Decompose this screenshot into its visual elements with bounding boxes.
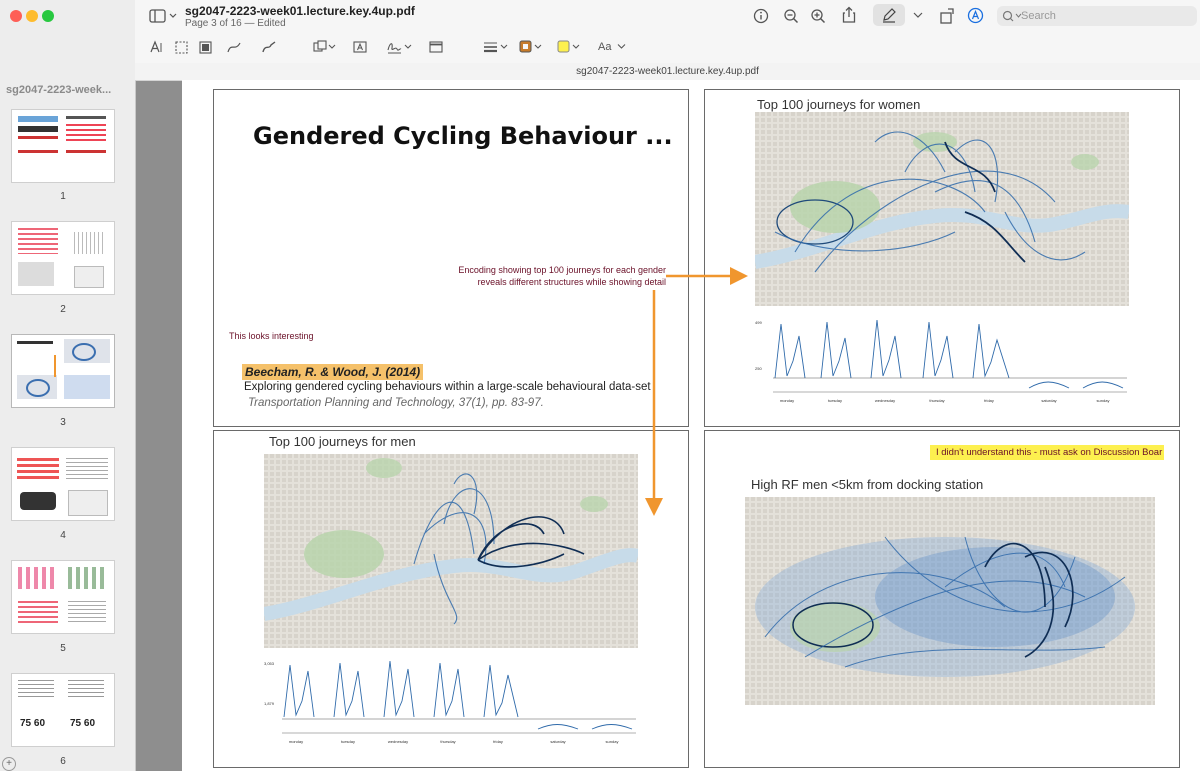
chevron-down-icon <box>617 44 625 49</box>
zoom-out-icon[interactable] <box>783 8 799 24</box>
page-thumbnail-3[interactable] <box>12 335 114 407</box>
thumbnail-sidebar: sg2047-2223-week... 1 2 3 4 5 75 60 75 6… <box>0 0 136 771</box>
page-layout-icon[interactable] <box>429 41 443 53</box>
chevron-down-icon[interactable] <box>913 11 923 19</box>
x-tick-label: thursday <box>440 739 455 744</box>
annotation-line-1: Encoding showing top 100 journeys for ea… <box>458 265 666 275</box>
slide-women-journeys: Top 100 journeys for women 499 250 monda… <box>704 89 1180 427</box>
page-thumbnail-2[interactable] <box>12 222 114 294</box>
redact-icon[interactable] <box>199 41 212 54</box>
page-number-label: 2 <box>60 304 66 315</box>
page-thumbnail-1[interactable] <box>12 110 114 182</box>
x-tick-label: monday <box>289 739 303 744</box>
text-style-button[interactable]: Aa <box>598 41 626 53</box>
search-placeholder: Search <box>1021 10 1056 22</box>
citation-title: Exploring gendered cycling behaviours wi… <box>244 381 651 393</box>
journey-map-graphic <box>745 497 1155 705</box>
x-tick-label: wednesday <box>875 398 895 403</box>
journey-map-graphic <box>264 454 638 648</box>
rectangular-selection-icon[interactable] <box>175 41 188 54</box>
rotate-icon[interactable] <box>939 7 957 25</box>
page-number-label: 6 <box>60 756 66 767</box>
page-thumbnail-6[interactable]: 75 60 75 60 <box>12 674 114 746</box>
document-path-bar: sg2047-2223-week01.lecture.key.4up.pdf <box>135 63 1200 81</box>
pdf-page: Gendered Cycling Behaviour ... Encoding … <box>182 80 1200 771</box>
sketch-icon[interactable] <box>227 40 242 54</box>
slide-heading: Top 100 journeys for women <box>757 97 921 112</box>
x-tick-label: wednesday <box>388 739 408 744</box>
women-journeys-map <box>755 112 1129 306</box>
minimize-window-button[interactable] <box>26 10 38 22</box>
text-box-icon[interactable] <box>353 41 367 53</box>
men-daily-volume-chart: 3,053 1,879 monday tuesday wednesday thu… <box>264 660 636 744</box>
add-page-icon[interactable]: + <box>2 757 16 771</box>
page-thumbnail-4[interactable] <box>12 448 114 520</box>
sidebar-toggle-icon[interactable] <box>149 9 177 23</box>
signature-icon[interactable] <box>387 40 413 54</box>
page-number-label: 1 <box>60 191 66 202</box>
x-tick-label: thursday <box>929 398 944 403</box>
markup-toggle-button[interactable] <box>873 4 905 26</box>
men-journeys-map <box>264 454 638 648</box>
slide-high-rf-men: I didn't understand this - must ask on D… <box>704 430 1180 768</box>
line-style-icon[interactable] <box>483 41 509 53</box>
journey-map-graphic <box>755 112 1129 306</box>
text-style-label: Aa <box>598 41 612 53</box>
slide-title: Gendered Cycling Behaviour ... Encoding … <box>213 89 689 427</box>
pen-icon <box>883 8 896 23</box>
border-color-icon[interactable] <box>519 40 545 54</box>
page-number-label: 3 <box>60 417 66 428</box>
slide-men-journeys: Top 100 journeys for men 3,053 1,879 mon… <box>213 430 689 768</box>
x-tick-label: tuesday <box>828 398 842 403</box>
x-tick-label: sunday <box>606 739 619 744</box>
slide-heading: High RF men <5km from docking station <box>751 477 984 492</box>
slide-heading: Top 100 journeys for men <box>269 434 416 449</box>
window-title: sg2047-2223-week01.lecture.key.4up.pdf <box>185 4 415 18</box>
toolbar: sg2047-2223-week01.lecture.key.4up.pdf P… <box>135 0 1200 64</box>
x-tick-label: friday <box>493 739 503 744</box>
y-tick-label: 3,053 <box>264 661 275 666</box>
zoom-window-button[interactable] <box>42 10 54 22</box>
slide-heading: Gendered Cycling Behaviour ... <box>253 122 673 150</box>
close-window-button[interactable] <box>10 10 22 22</box>
page-number-label: 5 <box>60 643 66 654</box>
annotation-arrows <box>645 267 748 516</box>
sidebar-document-title: sg2047-2223-week... <box>6 84 112 96</box>
text-selection-icon[interactable] <box>149 40 163 54</box>
y-tick-label: 1,879 <box>264 701 275 706</box>
search-field[interactable]: Search <box>997 6 1197 26</box>
citation-authors-highlight[interactable]: Beecham, R. & Wood, J. (2014) <box>242 364 424 380</box>
draw-icon[interactable] <box>262 40 277 54</box>
window-subtitle: Page 3 of 16 — Edited <box>185 18 286 29</box>
x-tick-label: tuesday <box>341 739 355 744</box>
sticky-note[interactable]: I didn't understand this - must ask on D… <box>930 445 1164 460</box>
zoom-in-icon[interactable] <box>810 8 826 24</box>
markup-a-icon[interactable] <box>967 7 984 24</box>
x-tick-label: friday <box>984 398 994 403</box>
annotation-line-2: reveals different structures while showi… <box>477 277 666 287</box>
x-tick-label: monday <box>780 398 794 403</box>
high-rf-men-map <box>745 497 1155 705</box>
fill-color-icon[interactable] <box>557 40 583 54</box>
x-tick-label: saturday <box>550 739 565 744</box>
citation-journal: Transportation Planning and Technology, … <box>248 397 544 409</box>
page-number-label: 4 <box>60 530 66 541</box>
interesting-note[interactable]: This looks interesting <box>229 331 314 341</box>
page-thumbnail-5[interactable] <box>12 561 114 633</box>
x-tick-label: sunday <box>1097 398 1110 403</box>
women-daily-volume-chart: 499 250 monday tuesday wednesday thursda… <box>755 319 1127 403</box>
share-icon[interactable] <box>841 6 857 24</box>
shapes-icon[interactable] <box>313 40 337 54</box>
info-icon[interactable] <box>753 8 769 24</box>
annotation-text[interactable]: Encoding showing top 100 journeys for ea… <box>406 264 666 288</box>
x-tick-label: saturday <box>1041 398 1056 403</box>
